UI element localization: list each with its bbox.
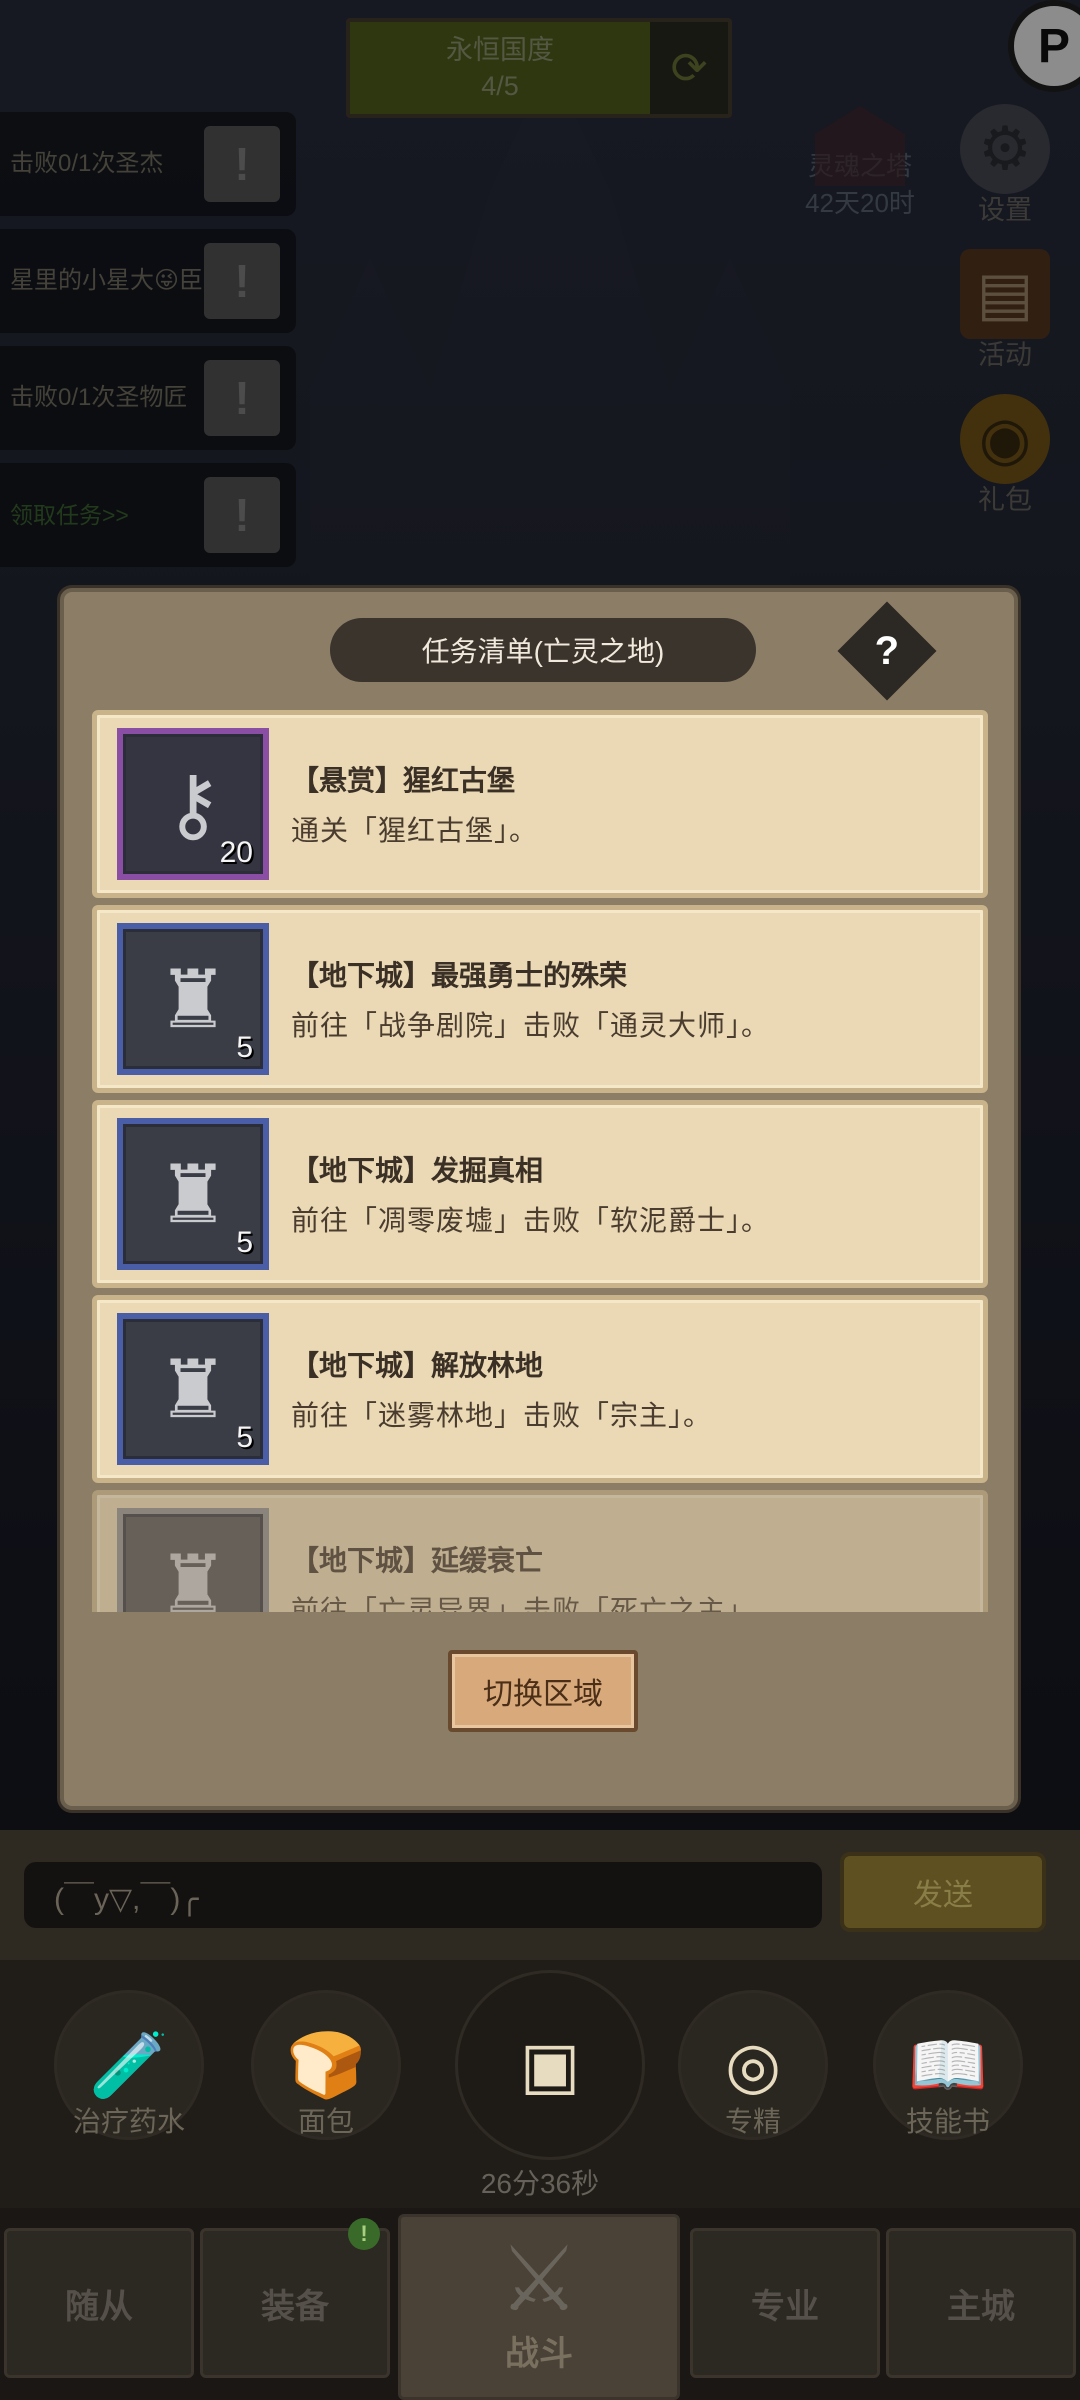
- tab-battle-label: 战斗: [505, 2335, 573, 2373]
- help-button[interactable]: ?: [837, 601, 937, 701]
- tab-main-city[interactable]: 主城: [886, 2228, 1076, 2378]
- specialize-label: 专精: [724, 2106, 781, 2137]
- chat-bar: (￣y▽,￣)╭ 发送: [0, 1830, 1080, 1960]
- help-icon: ?: [874, 628, 900, 673]
- task-reward-icon: ♜ 5: [117, 1118, 269, 1270]
- task-reward-count: 5: [236, 1421, 253, 1454]
- tab-followers[interactable]: 随从: [4, 2228, 194, 2378]
- tab-profession[interactable]: 专业: [690, 2228, 880, 2378]
- task-desc: 前往「战争剧院」击败「通灵大师」。: [291, 1010, 771, 1041]
- task-reward-count: 5: [236, 1031, 253, 1064]
- treasure-chest-icon: ▣: [455, 1970, 645, 2160]
- task-reward-count: 20: [219, 836, 253, 869]
- task-reward-icon: ♜: [117, 1508, 269, 1612]
- tab-equipment[interactable]: 装备: [200, 2228, 390, 2378]
- task-title: 【地下城】发掘真相: [291, 1155, 544, 1186]
- task-reward-count: 5: [236, 1226, 253, 1259]
- task-desc: 通关「猩红古堡」。: [291, 815, 539, 846]
- task-title: 【地下城】最强勇士的殊荣: [291, 960, 628, 991]
- bread-slot[interactable]: 🍞 面包: [241, 1990, 411, 2140]
- task-reward-icon: ♜ 5: [117, 923, 269, 1075]
- task-list-modal: 任务清单(亡灵之地) ? ⚷ 20 【悬赏】猩红古堡 通关「猩红古堡」。 ♜ 5…: [60, 588, 1018, 1810]
- chat-input[interactable]: (￣y▽,￣)╭: [24, 1862, 822, 1928]
- task-list[interactable]: ⚷ 20 【悬赏】猩红古堡 通关「猩红古堡」。 ♜ 5 【地下城】最强勇士的殊荣…: [92, 710, 988, 1612]
- switch-zone-button[interactable]: 切换区域: [448, 1650, 638, 1732]
- skill-book-slot[interactable]: 📖 技能书: [863, 1990, 1033, 2140]
- horned-helmet-icon: ♜: [157, 1149, 229, 1239]
- potion-slot[interactable]: 🧪 治疗药水: [44, 1990, 214, 2140]
- task-title: 【地下城】解放林地: [291, 1350, 544, 1381]
- bread-label: 面包: [297, 2106, 354, 2137]
- equipment-notification-badge: !: [348, 2218, 380, 2250]
- specialize-slot[interactable]: ◎ 专精: [668, 1990, 838, 2140]
- crossed-swords-icon: ⚔: [498, 2230, 580, 2330]
- task-title: 【地下城】延缓衰亡: [291, 1545, 544, 1576]
- task-item[interactable]: ⚷ 20 【悬赏】猩红古堡 通关「猩红古堡」。: [92, 710, 988, 898]
- skill-book-label: 技能书: [905, 2106, 990, 2137]
- modal-title: 任务清单(亡灵之地): [330, 618, 756, 682]
- task-desc: 前往「亡灵异界」击败「死亡之主」。: [291, 1595, 771, 1612]
- task-item[interactable]: ♜ 5 【地下城】最强勇士的殊荣 前往「战争剧院」击败「通灵大师」。: [92, 905, 988, 1093]
- horned-helmet-icon: ♜: [157, 1344, 229, 1434]
- task-item[interactable]: ♜ 5 【地下城】发掘真相 前往「凋零废墟」击败「软泥爵士」。: [92, 1100, 988, 1288]
- task-desc: 前往「迷雾林地」击败「宗主」。: [291, 1400, 713, 1431]
- tab-battle[interactable]: ⚔ 战斗: [398, 2214, 680, 2400]
- potion-label: 治疗药水: [72, 2106, 185, 2137]
- task-desc: 前往「凋零废墟」击败「软泥爵士」。: [291, 1205, 771, 1236]
- bottom-nav: 随从 装备 ⚔ 战斗 专业 主城: [0, 2208, 1080, 2400]
- key-icon: ⚷: [163, 759, 223, 849]
- task-reward-icon: ♜ 5: [117, 1313, 269, 1465]
- quick-items-bar: 🧪 治疗药水 🍞 面包 ▣ 26分36秒 ◎ 专精 📖 技能书: [0, 1960, 1080, 2208]
- send-button[interactable]: 发送: [840, 1852, 1046, 1932]
- treasure-chest-slot[interactable]: ▣ 26分36秒: [455, 1970, 645, 2202]
- chest-timer: 26分36秒: [480, 2168, 600, 2199]
- horned-helmet-icon: ♜: [157, 954, 229, 1044]
- task-title: 【悬赏】猩红古堡: [291, 765, 516, 796]
- task-reward-icon: ⚷ 20: [117, 728, 269, 880]
- horned-helmet-icon: ♜: [157, 1539, 229, 1613]
- task-item[interactable]: ♜ 5 【地下城】解放林地 前往「迷雾林地」击败「宗主」。: [92, 1295, 988, 1483]
- task-item[interactable]: ♜ 【地下城】延缓衰亡 前往「亡灵异界」击败「死亡之主」。: [92, 1490, 988, 1612]
